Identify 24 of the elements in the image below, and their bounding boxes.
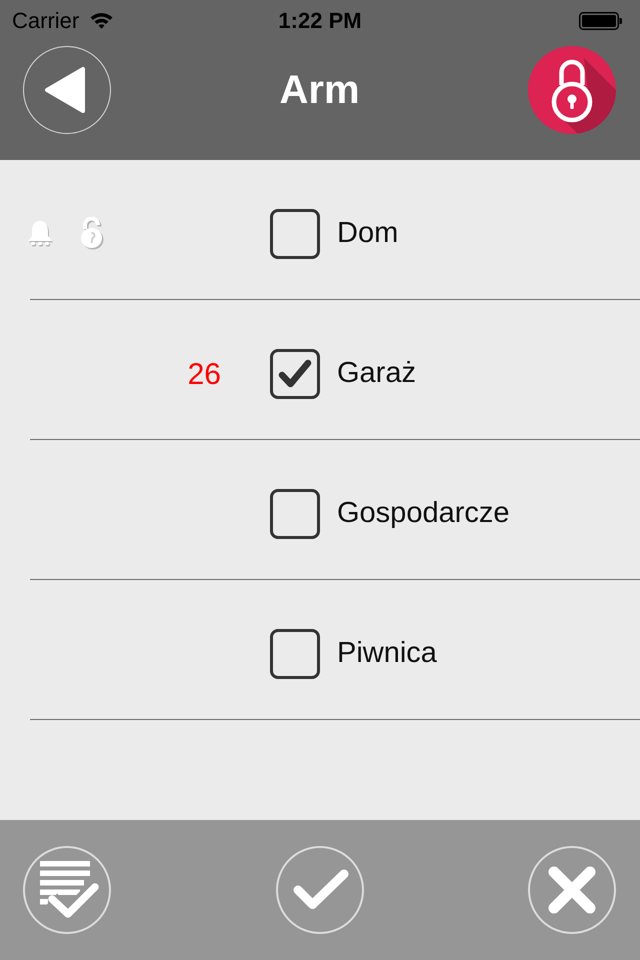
checkbox[interactable] bbox=[270, 209, 320, 259]
select-all-button[interactable] bbox=[23, 846, 111, 934]
time-label: 1:22 PM bbox=[278, 8, 362, 32]
confirm-button[interactable] bbox=[276, 846, 364, 934]
checklist-icon bbox=[40, 861, 100, 919]
checkbox[interactable] bbox=[270, 349, 320, 399]
checkbox[interactable] bbox=[270, 489, 320, 539]
cancel-button[interactable] bbox=[528, 846, 616, 934]
back-icon bbox=[44, 66, 86, 114]
screen-title: Arm bbox=[279, 67, 360, 114]
wifi-icon bbox=[90, 12, 114, 28]
checkmark-icon bbox=[278, 359, 312, 389]
zone-label: Piwnica bbox=[337, 636, 437, 672]
checkbox[interactable] bbox=[270, 629, 320, 679]
carrier-label: Carrier bbox=[12, 6, 80, 34]
zone-label: Gospodarcze bbox=[337, 496, 510, 532]
zone-count: 26 bbox=[188, 356, 221, 392]
close-icon bbox=[548, 866, 596, 914]
battery-icon bbox=[579, 12, 622, 30]
zone-label: Dom bbox=[337, 216, 398, 252]
padlock-icon bbox=[551, 59, 593, 123]
back-button[interactable] bbox=[23, 46, 111, 134]
zone-label: Garaż bbox=[337, 356, 416, 392]
checkmark-icon bbox=[293, 869, 349, 911]
